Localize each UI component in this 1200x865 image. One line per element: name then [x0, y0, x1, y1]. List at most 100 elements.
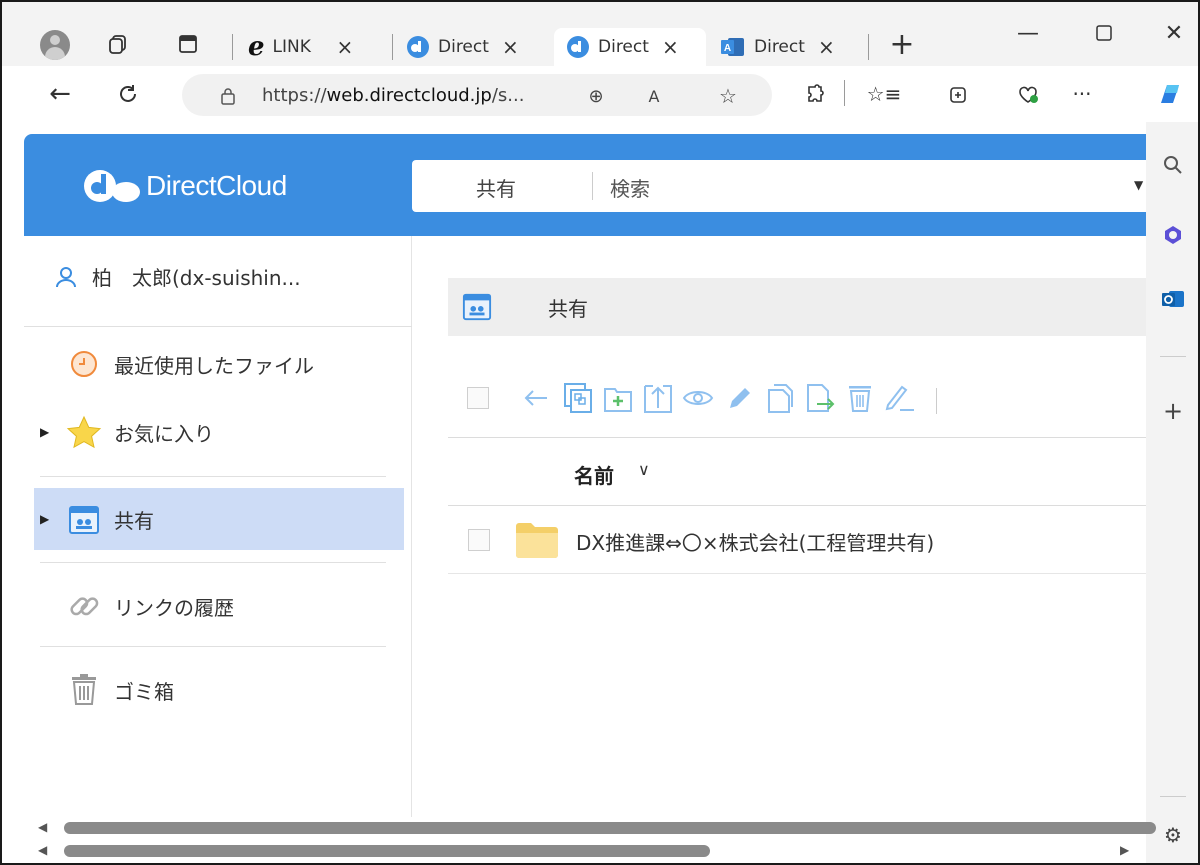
sidebar-item-trash[interactable]: ゴミ箱 [34, 662, 404, 718]
sidebar-item-favorites[interactable]: ▶ お気に入り [34, 404, 404, 460]
scroll-left-icon[interactable]: ◀ [38, 820, 47, 834]
tab-link[interactable]: e LINK × [248, 28, 388, 66]
window-close-icon[interactable]: ✕ [1150, 18, 1198, 48]
collections-icon[interactable] [942, 78, 974, 110]
row-checkbox[interactable] [468, 529, 490, 551]
close-icon[interactable]: × [502, 35, 519, 59]
user-name: 柏 太郎(dx-suishin... [92, 266, 301, 290]
browser-sidebar: + ⚙ [1146, 122, 1198, 863]
address-bar[interactable]: https://web.directcloud.jp/s... ⊕ A ☆ [182, 74, 772, 116]
page-scrollbar[interactable]: ◀ [24, 817, 1156, 839]
browser-essentials-icon[interactable] [1012, 78, 1044, 110]
sidebar-item-label: リンクの履歴 [114, 595, 234, 620]
search-scope[interactable]: 共有 [476, 173, 516, 202]
divider [40, 646, 386, 647]
search-bar[interactable]: 共有 検索 ▼ [412, 160, 1146, 212]
scroll-left-icon[interactable]: ◀ [38, 843, 47, 857]
close-icon[interactable]: × [818, 35, 835, 59]
chevron-down-icon[interactable]: ▼ [1134, 178, 1143, 192]
tab-direct-1[interactable]: Direct × [406, 28, 548, 66]
refresh-icon[interactable] [110, 76, 146, 112]
trash-icon [64, 670, 104, 710]
copy-to-icon[interactable] [558, 378, 598, 418]
sidebar-item-label: お気に入り [114, 421, 214, 446]
add-app-icon[interactable]: + [1160, 397, 1186, 425]
favorite-star-icon[interactable]: ☆ [714, 82, 742, 110]
back-icon[interactable]: ← [42, 76, 78, 112]
scrollbar-thumb[interactable] [64, 845, 710, 857]
profile-avatar[interactable] [40, 30, 70, 60]
address-toolbar: ← https://web.directcloud.jp/s... ⊕ A ☆ … [2, 66, 1198, 122]
sidebar-item-label: 共有 [114, 508, 154, 533]
url-scheme: https:// [262, 85, 327, 106]
tab-direct-active[interactable]: Direct × [554, 28, 706, 66]
upload-icon[interactable] [638, 378, 678, 418]
new-tab-button[interactable]: + [886, 27, 918, 62]
directcloud-logo[interactable]: DirectCloud [84, 168, 287, 204]
tab-label: Direct [754, 37, 805, 57]
shared-box-icon [64, 499, 104, 539]
workspaces-icon[interactable] [102, 28, 134, 60]
column-name[interactable]: 名前 [574, 460, 614, 489]
copilot-icon[interactable] [1154, 78, 1186, 110]
access-icon: A [721, 38, 744, 56]
table-row[interactable]: DX推進課⇔〇×株式会社(工程管理共有) [448, 506, 1146, 574]
close-icon[interactable]: × [337, 35, 354, 59]
sidebar-item-shared[interactable]: ▶ 共有 [34, 488, 404, 550]
tab-direct-3[interactable]: A Direct × [720, 28, 860, 66]
app-header: DirectCloud 共有 検索 ▼ [24, 134, 1146, 236]
favorites-list-icon[interactable]: ☆≡ [867, 78, 902, 110]
read-aloud-icon[interactable]: A [640, 82, 668, 110]
expand-arrow-icon[interactable]: ▶ [40, 425, 56, 439]
tab-separator [392, 34, 393, 60]
sidebar-separator [1160, 356, 1186, 357]
file-name[interactable]: DX推進課⇔〇×株式会社(工程管理共有) [576, 527, 934, 556]
back-arrow-icon[interactable] [516, 378, 556, 418]
sidebar-item-recent[interactable]: 最近使用したファイル [34, 336, 404, 392]
delete-icon[interactable] [840, 378, 880, 418]
tab-separator [868, 34, 869, 60]
chevron-down-icon[interactable]: ∨ [638, 460, 650, 479]
user-menu[interactable]: 柏 太郎(dx-suishin... [54, 262, 301, 291]
breadcrumb-label[interactable]: 共有 [548, 293, 588, 322]
maximize-icon[interactable] [1080, 18, 1128, 48]
settings-gear-icon[interactable]: ⚙ [1160, 822, 1186, 848]
select-all-checkbox[interactable] [458, 378, 498, 418]
rename-icon[interactable] [880, 378, 920, 418]
url-text[interactable]: https://web.directcloud.jp/s... [262, 85, 562, 106]
preview-eye-icon[interactable] [678, 378, 718, 418]
more-options-icon[interactable]: ··· [1066, 78, 1098, 110]
directcloud-icon [407, 36, 429, 58]
edit-pencil-icon[interactable] [720, 378, 760, 418]
ie-e-icon: e [248, 32, 265, 62]
microsoft365-icon[interactable] [1160, 222, 1186, 248]
move-icon[interactable] [800, 378, 840, 418]
lock-icon[interactable] [214, 82, 242, 110]
user-icon [56, 266, 76, 287]
expand-arrow-icon[interactable]: ▶ [40, 512, 56, 526]
window-scrollbar[interactable]: ◀ ▶ [24, 840, 1146, 862]
divider [40, 476, 386, 477]
zoom-icon[interactable]: ⊕ [582, 82, 610, 110]
brand-name: DirectCloud [146, 170, 287, 201]
toolbar-separator [936, 388, 937, 414]
column-header[interactable]: 名前 ∨ [448, 438, 1146, 506]
minimize-icon[interactable]: — [1004, 18, 1052, 48]
star-icon [64, 412, 104, 452]
search-input[interactable]: 検索 [610, 173, 650, 202]
search-icon[interactable] [1160, 152, 1186, 178]
tab-strip: e LINK × Direct × Direct × A Direct × + … [2, 2, 1198, 66]
outlook-icon[interactable] [1160, 286, 1186, 312]
scrollbar-thumb[interactable] [64, 822, 1156, 834]
tab-separator [232, 34, 233, 60]
scroll-right-icon[interactable]: ▶ [1120, 843, 1129, 857]
directcloud-icon [567, 36, 589, 58]
link-icon [64, 586, 104, 626]
tab-label: Direct [598, 37, 649, 57]
new-folder-icon[interactable] [598, 378, 638, 418]
close-icon[interactable]: × [662, 35, 679, 59]
copy-icon[interactable] [760, 378, 800, 418]
vertical-tabs-icon[interactable] [172, 28, 204, 60]
extensions-icon[interactable] [800, 78, 832, 110]
sidebar-item-link-history[interactable]: リンクの履歴 [34, 578, 404, 634]
